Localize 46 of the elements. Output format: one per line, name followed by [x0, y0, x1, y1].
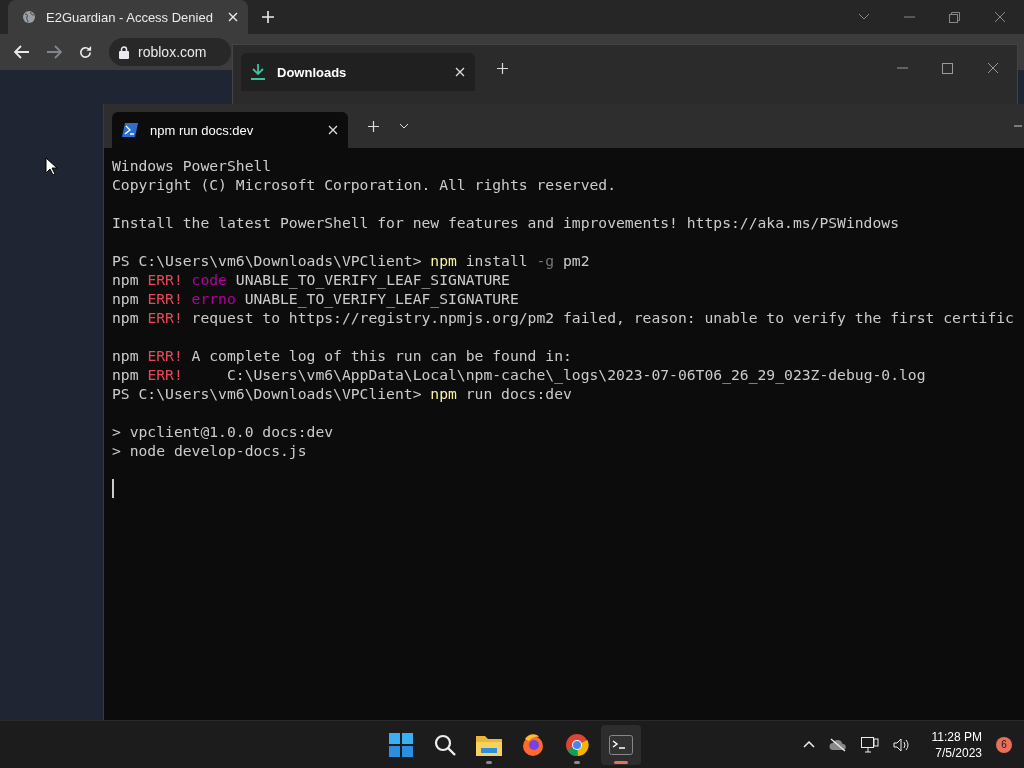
terminal-line: PS C:\Users\vm6\Downloads\VPClient> npm install -g pm2 [112, 251, 591, 270]
search-icon [434, 733, 456, 756]
taskbar-app[interactable] [601, 724, 641, 765]
new-tab-icon[interactable] [368, 120, 379, 132]
windows-logo-icon [389, 732, 413, 757]
terminal-line: Install the latest PowerShell for new features and improvements! https://aka.ms/PSWindows [112, 213, 900, 232]
notification-badge[interactable]: 6 [996, 736, 1012, 753]
dropdown-icon[interactable] [399, 123, 409, 129]
back-icon[interactable] [14, 45, 30, 59]
download-icon [251, 64, 265, 80]
clock-time[interactable]: 11:28 PM [931, 728, 982, 745]
terminal-line: npm ERR! code UNABLE_TO_VERIFY_LEAF_SIGNATURE [112, 270, 511, 289]
terminal-tab[interactable]: npm run docs:dev [112, 112, 348, 148]
folder-icon [476, 733, 502, 756]
terminal-line: npm ERR! errno UNABLE_TO_VERIFY_LEAF_SIGNATURE [112, 289, 520, 308]
address-bar[interactable]: roblox.com [109, 38, 231, 66]
maximize-icon[interactable] [942, 62, 953, 74]
fox-browser-icon [521, 732, 545, 757]
chevron-down-icon[interactable] [858, 13, 870, 21]
chevron-up-icon[interactable] [802, 741, 815, 748]
terminal-line: npm ERR! A complete log of this run can be found in: [112, 346, 573, 365]
terminal-icon [609, 734, 633, 755]
lock-icon [119, 45, 129, 59]
terminal-line: > vpclient@1.0.0 docs:dev [112, 422, 335, 441]
reload-icon[interactable] [78, 44, 93, 60]
terminal-line: Windows PowerShell [112, 156, 273, 175]
downloads-tab[interactable]: Downloads [241, 53, 475, 91]
cloud-offline-icon[interactable] [828, 737, 847, 752]
terminal-line: PS C:\Users\vm6\Downloads\VPClient> npm run docs:dev [112, 384, 573, 403]
restore-icon[interactable] [949, 11, 960, 23]
browser-tab[interactable]: E2Guardian - Access Denied [8, 0, 248, 34]
terminal-line: npm ERR! C:\Users\vm6\AppData\Local\npm-cache\_logs\2023-07-06T06_26_29_023Z-debug-0.log [112, 365, 927, 384]
terminal-line: > node develop-docs.js [112, 441, 308, 460]
globe-icon [22, 10, 36, 24]
clock-date[interactable]: 7/5/2023 [935, 744, 982, 761]
text-cursor [112, 479, 114, 498]
network-icon[interactable] [860, 736, 879, 753]
cursor-icon [45, 157, 57, 176]
terminal-line: npm ERR! request to https://registry.npmjs.org/pm2 failed, reason: unable to verify the first certific [112, 308, 1015, 327]
forward-icon[interactable] [46, 45, 62, 59]
new-tab-icon[interactable] [262, 11, 274, 23]
new-tab-icon[interactable] [497, 62, 508, 74]
speaker-icon[interactable] [892, 737, 910, 752]
powershell-icon [122, 123, 138, 137]
terminal-line: Copyright (C) Microsoft Corporation. All rights reserved. [112, 175, 618, 194]
chrome-browser-icon [565, 732, 589, 757]
